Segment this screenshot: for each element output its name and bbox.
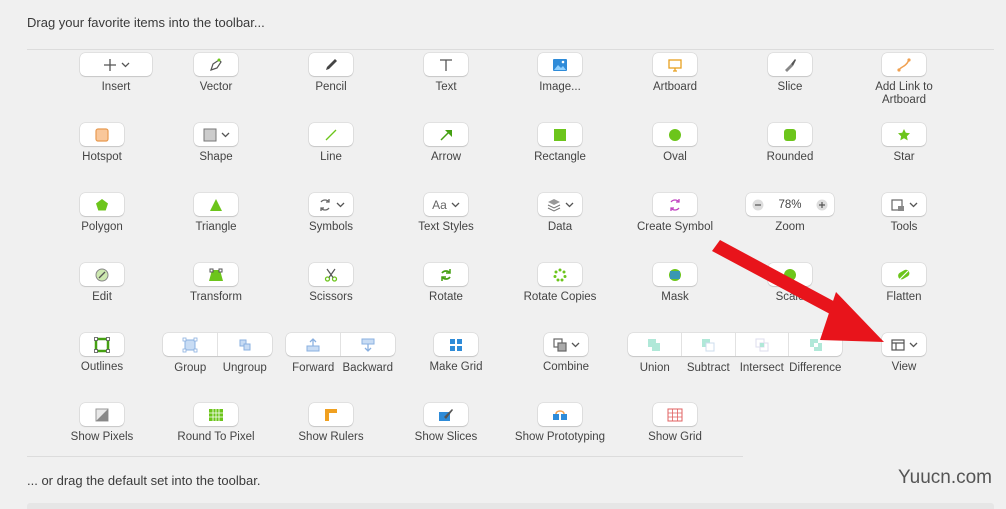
watermark-text: Yuucn.com — [898, 467, 992, 488]
annotation-arrow — [712, 240, 884, 342]
